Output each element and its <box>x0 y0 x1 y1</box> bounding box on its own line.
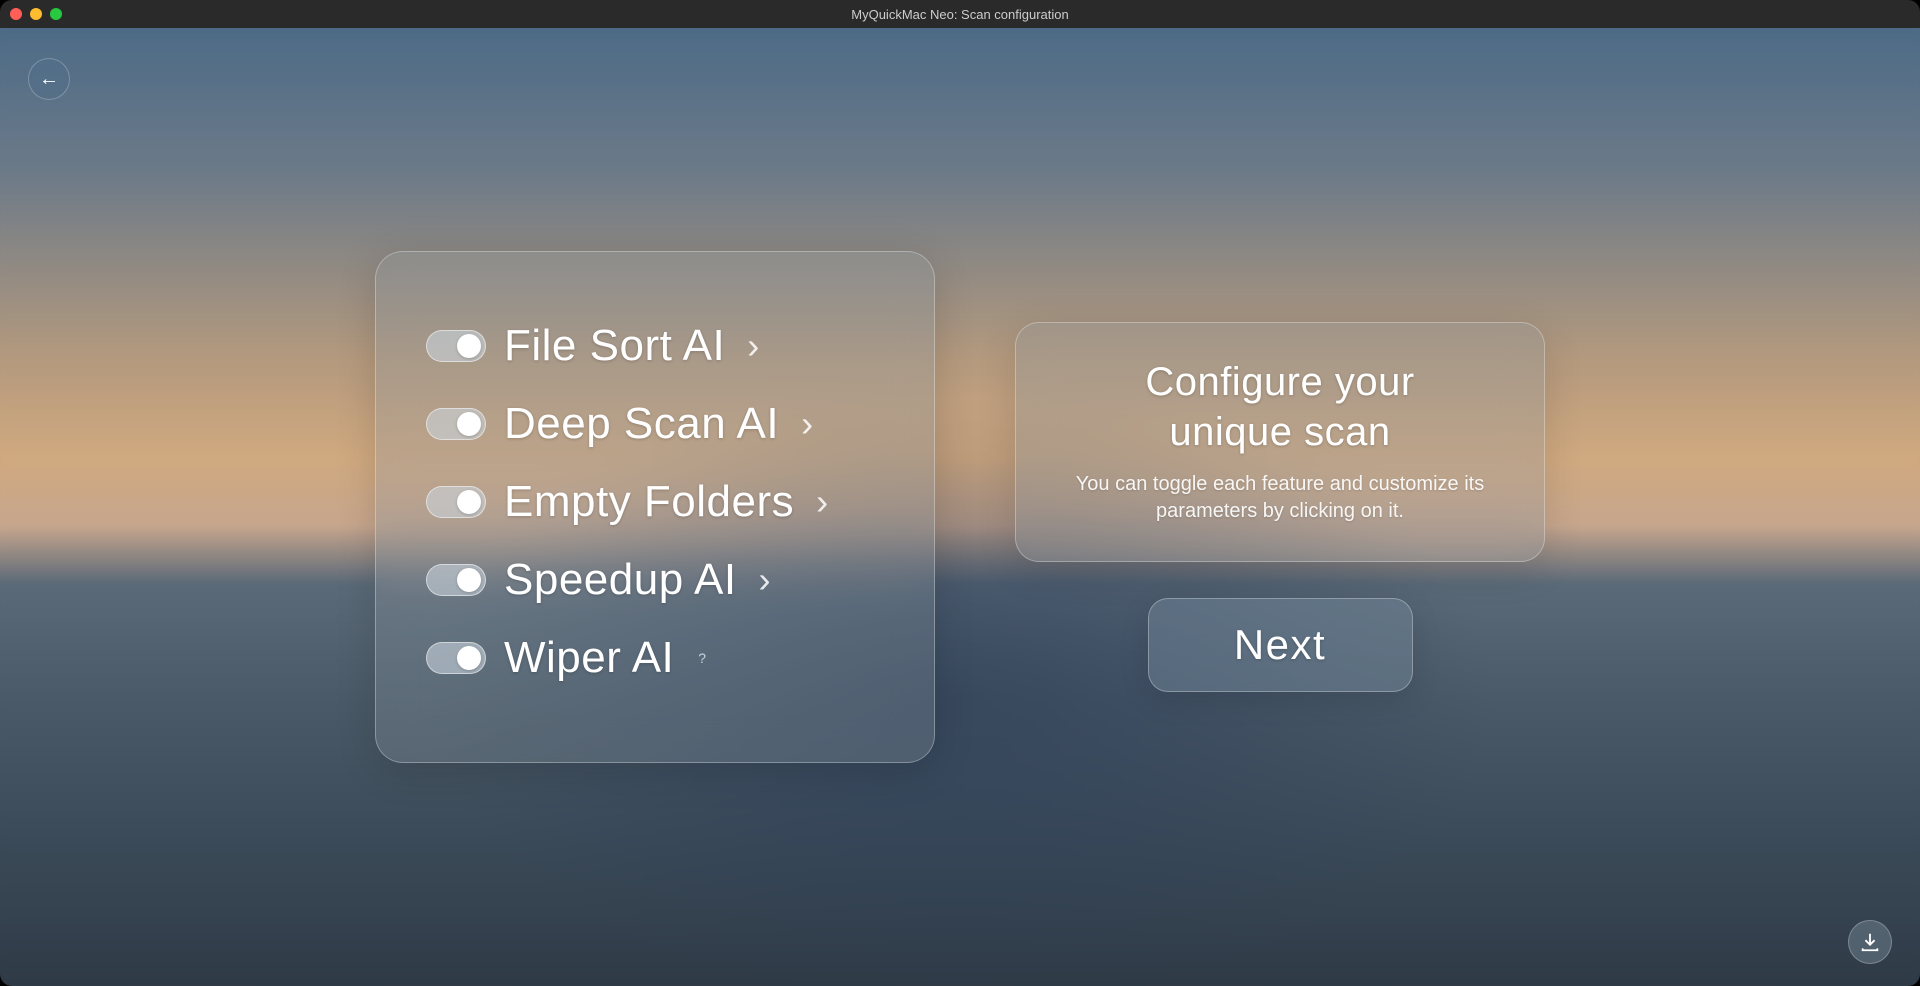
info-title: Configure your unique scan <box>1056 357 1504 457</box>
info-panel: Configure your unique scan You can toggl… <box>1015 322 1545 562</box>
window-title: MyQuickMac Neo: Scan configuration <box>851 7 1068 22</box>
toggle-empty-folders[interactable] <box>426 486 486 518</box>
chevron-right-icon: › <box>759 559 771 601</box>
main-area: File Sort AI › Deep Scan AI › Empty Fold… <box>0 28 1920 986</box>
feature-label: Wiper AI <box>504 633 674 683</box>
feature-deep-scan-ai[interactable]: Deep Scan AI › <box>426 385 884 463</box>
toggle-speedup-ai[interactable] <box>426 564 486 596</box>
toggle-wiper-ai[interactable] <box>426 642 486 674</box>
feature-file-sort-ai[interactable]: File Sort AI › <box>426 307 884 385</box>
info-title-line2: unique scan <box>1169 410 1390 454</box>
traffic-lights <box>10 8 62 20</box>
info-description: You can toggle each feature and customiz… <box>1056 471 1504 525</box>
toggle-deep-scan-ai[interactable] <box>426 408 486 440</box>
download-icon <box>1859 931 1881 953</box>
right-column: Configure your unique scan You can toggl… <box>1015 322 1545 692</box>
chevron-right-icon: › <box>801 403 813 445</box>
content-area: ← File Sort AI › Deep Scan AI › Empty Fo… <box>0 28 1920 986</box>
feature-label: File Sort AI <box>504 321 725 371</box>
features-panel: File Sort AI › Deep Scan AI › Empty Fold… <box>375 251 935 763</box>
chevron-right-icon: › <box>747 325 759 367</box>
minimize-window-button[interactable] <box>30 8 42 20</box>
maximize-window-button[interactable] <box>50 8 62 20</box>
app-window: MyQuickMac Neo: Scan configuration ← Fil… <box>0 0 1920 986</box>
feature-wiper-ai[interactable]: Wiper AI ? <box>426 619 884 697</box>
next-button[interactable]: Next <box>1148 598 1413 692</box>
feature-label: Empty Folders <box>504 477 794 527</box>
feature-label: Deep Scan AI <box>504 399 779 449</box>
titlebar: MyQuickMac Neo: Scan configuration <box>0 0 1920 28</box>
toggle-file-sort-ai[interactable] <box>426 330 486 362</box>
info-title-line1: Configure your <box>1145 360 1414 404</box>
chevron-right-icon: › <box>816 481 828 523</box>
feature-label: Speedup AI <box>504 555 737 605</box>
feature-empty-folders[interactable]: Empty Folders › <box>426 463 884 541</box>
help-icon[interactable]: ? <box>698 650 706 666</box>
download-button[interactable] <box>1848 920 1892 964</box>
close-window-button[interactable] <box>10 8 22 20</box>
feature-speedup-ai[interactable]: Speedup AI › <box>426 541 884 619</box>
